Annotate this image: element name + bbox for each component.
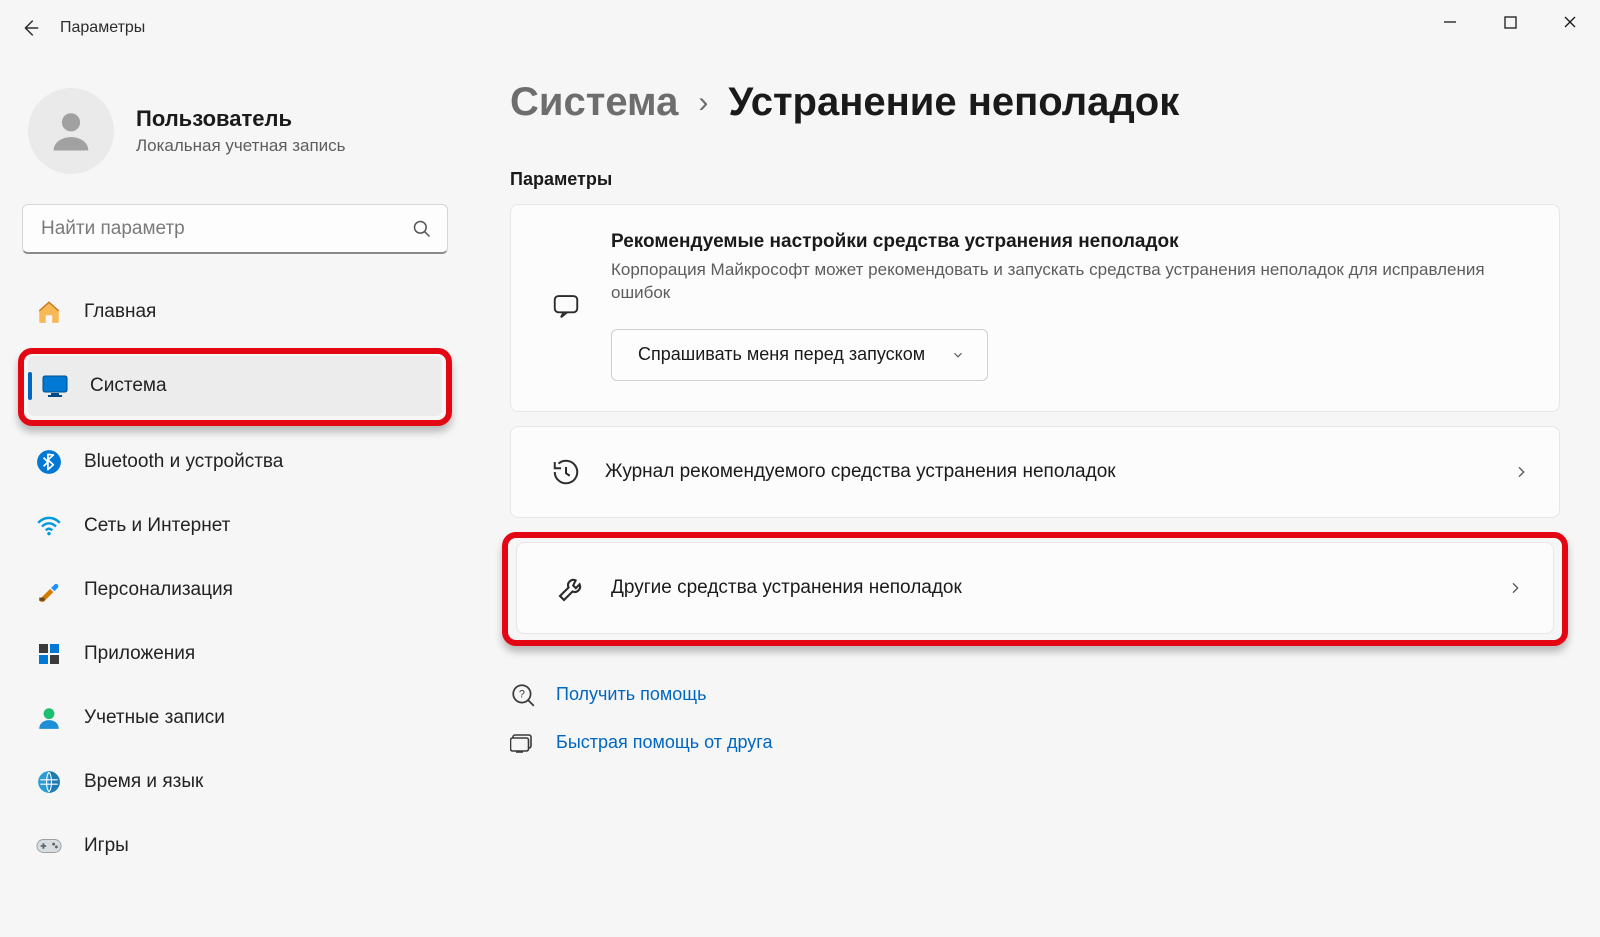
chat-icon xyxy=(541,231,591,381)
sidebar-item-label: Главная xyxy=(84,301,156,323)
other-troubleshooters-row[interactable]: Другие средства устранения неполадок xyxy=(516,542,1554,634)
system-icon xyxy=(42,373,68,399)
breadcrumb: Система › Устранение неполадок xyxy=(510,80,1560,125)
time-icon xyxy=(36,769,62,795)
sidebar-item-gaming[interactable]: Игры xyxy=(22,816,448,876)
quick-assist-link[interactable]: Быстрая помощь от друга xyxy=(510,730,1560,756)
user-subtitle: Локальная учетная запись xyxy=(136,136,346,156)
sidebar-item-label: Время и язык xyxy=(84,771,203,793)
maximize-button[interactable] xyxy=(1480,0,1540,44)
sidebar-item-accounts[interactable]: Учетные записи xyxy=(22,688,448,748)
dropdown-value: Спрашивать меня перед запуском xyxy=(638,344,925,365)
search-box[interactable] xyxy=(22,204,448,254)
search-icon xyxy=(412,219,432,239)
back-button[interactable] xyxy=(8,6,52,50)
sidebar-item-label: Персонализация xyxy=(84,579,233,601)
apps-icon xyxy=(36,641,62,667)
minimize-icon xyxy=(1443,15,1457,29)
help-link-label: Быстрая помощь от друга xyxy=(556,732,772,753)
get-help-link[interactable]: ? Получить помощь xyxy=(510,682,1560,708)
personalize-icon xyxy=(36,577,62,603)
sidebar-item-time[interactable]: Время и язык xyxy=(22,752,448,812)
tutorial-highlight-sidebar: Система xyxy=(18,348,452,426)
sidebar-item-label: Учетные записи xyxy=(84,707,225,729)
row-label: Журнал рекомендуемого средства устранени… xyxy=(591,461,1513,483)
app-title: Параметры xyxy=(60,19,145,37)
sidebar-item-home[interactable]: Главная xyxy=(22,282,448,342)
sidebar-item-apps[interactable]: Приложения xyxy=(22,624,448,684)
section-title: Параметры xyxy=(510,169,1560,190)
troubleshoot-history-row[interactable]: Журнал рекомендуемого средства устранени… xyxy=(510,426,1560,518)
sidebar-item-label: Сеть и Интернет xyxy=(84,515,230,537)
sidebar: Пользователь Локальная учетная запись Гл… xyxy=(0,56,470,937)
titlebar: Параметры xyxy=(0,0,1600,56)
chevron-down-icon xyxy=(951,348,965,362)
sidebar-item-network[interactable]: Сеть и Интернет xyxy=(22,496,448,556)
sidebar-item-label: Приложения xyxy=(84,643,195,665)
chevron-right-icon xyxy=(1507,580,1523,596)
arrow-left-icon xyxy=(19,17,41,39)
help-link-label: Получить помощь xyxy=(556,684,706,705)
gaming-icon xyxy=(36,833,62,859)
close-button[interactable] xyxy=(1540,0,1600,44)
accounts-icon xyxy=(36,705,62,731)
history-icon xyxy=(541,457,591,487)
user-name: Пользователь xyxy=(136,106,346,132)
quick-assist-icon xyxy=(510,730,536,756)
user-block[interactable]: Пользователь Локальная учетная запись xyxy=(22,80,448,204)
main-content: Система › Устранение неполадок Параметры… xyxy=(470,56,1600,937)
sidebar-item-label: Система xyxy=(90,375,167,397)
user-icon xyxy=(45,105,97,157)
breadcrumb-current: Устранение неполадок xyxy=(728,80,1179,125)
sidebar-item-system[interactable]: Система xyxy=(28,356,442,416)
sidebar-item-bluetooth[interactable]: Bluetooth и устройства xyxy=(22,432,448,492)
svg-text:?: ? xyxy=(519,689,525,701)
sidebar-item-personalize[interactable]: Персонализация xyxy=(22,560,448,620)
minimize-button[interactable] xyxy=(1420,0,1480,44)
wrench-icon xyxy=(547,572,597,604)
breadcrumb-separator: › xyxy=(698,86,708,120)
recommended-description: Корпорация Майкрософт может рекомендоват… xyxy=(611,259,1529,305)
sidebar-item-label: Bluetooth и устройства xyxy=(84,451,283,473)
recommended-dropdown[interactable]: Спрашивать меня перед запуском xyxy=(611,329,988,381)
recommended-title: Рекомендуемые настройки средства устране… xyxy=(611,231,1529,253)
wifi-icon xyxy=(36,513,62,539)
help-links: ? Получить помощь Быстрая помощь от друг… xyxy=(510,682,1560,756)
sidebar-item-label: Игры xyxy=(84,835,129,857)
search-input[interactable] xyxy=(22,204,448,254)
maximize-icon xyxy=(1504,16,1517,29)
window-controls xyxy=(1420,0,1600,44)
home-icon xyxy=(36,299,62,325)
breadcrumb-root[interactable]: Система xyxy=(510,80,678,125)
row-label: Другие средства устранения неполадок xyxy=(597,577,1507,599)
recommended-settings-card: Рекомендуемые настройки средства устране… xyxy=(510,204,1560,412)
help-icon: ? xyxy=(510,682,536,708)
sidebar-nav: Главная Система Bluetooth и устройства xyxy=(22,282,448,876)
bluetooth-icon xyxy=(36,449,62,475)
tutorial-highlight-other: Другие средства устранения неполадок xyxy=(502,532,1568,646)
chevron-right-icon xyxy=(1513,464,1529,480)
avatar xyxy=(28,88,114,174)
close-icon xyxy=(1563,15,1577,29)
